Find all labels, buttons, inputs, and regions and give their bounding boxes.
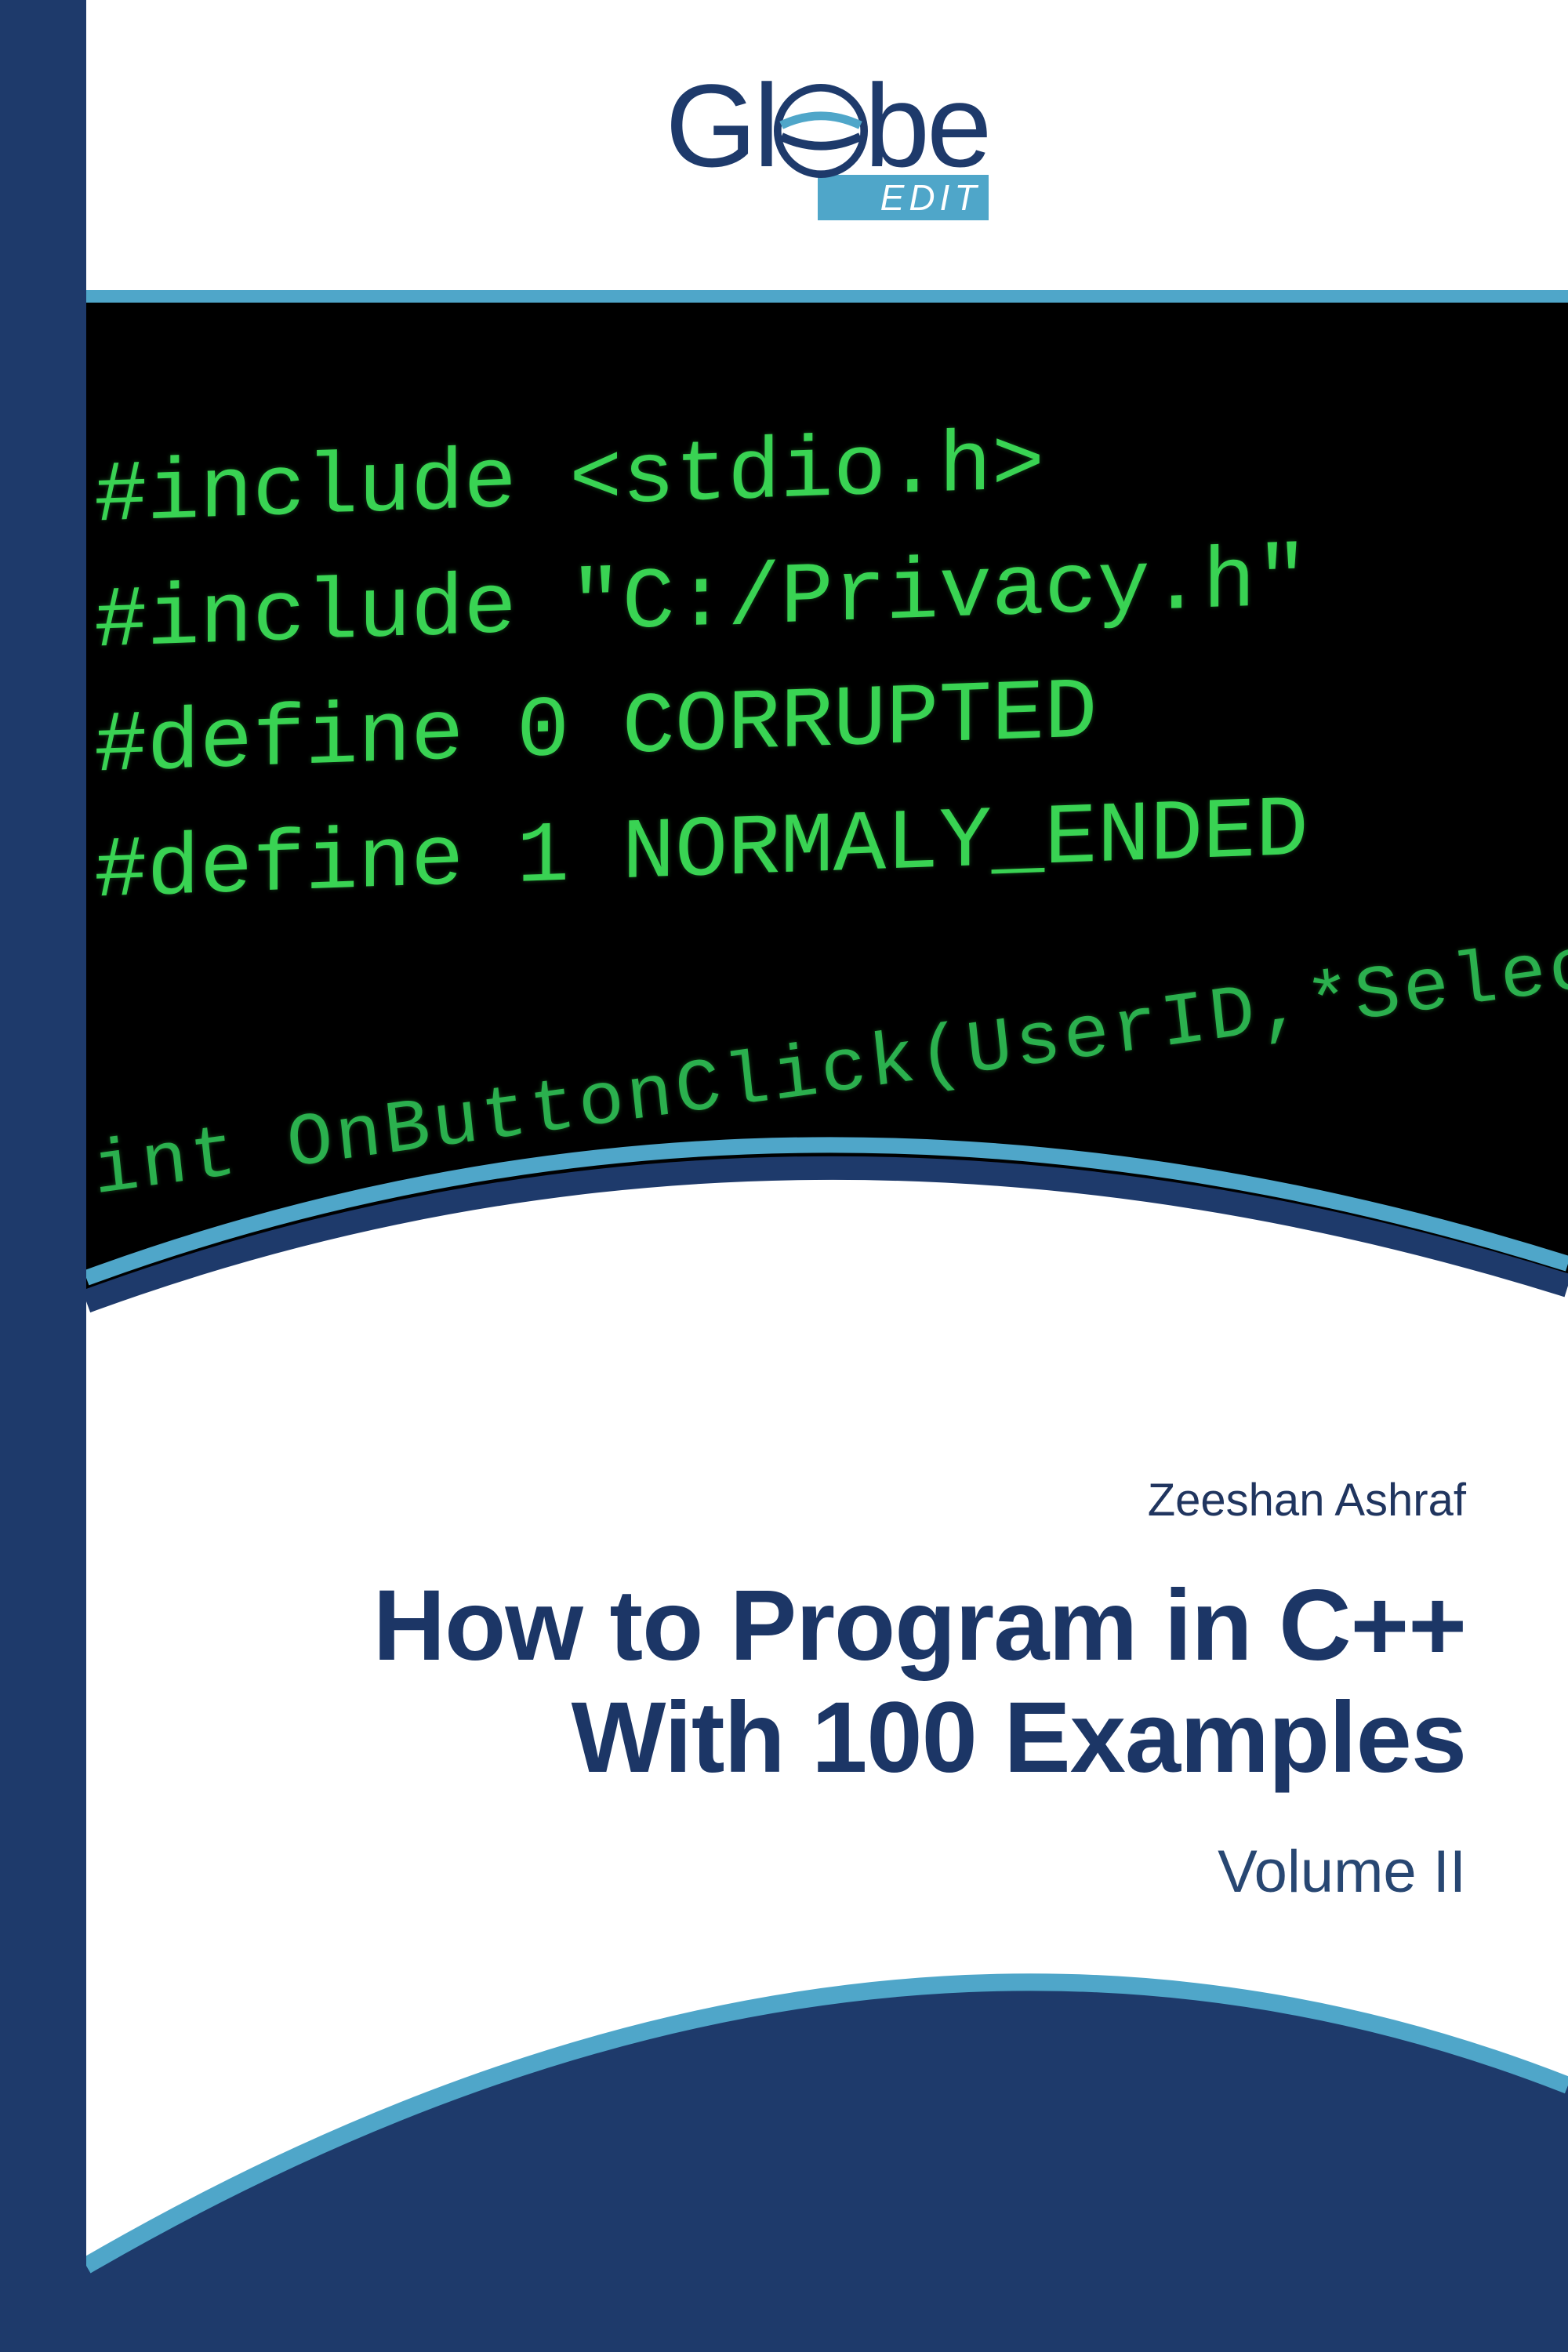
code-illustration: #include <stdio.h> #include "C:/Privacy.… [86, 303, 1568, 1290]
title-block: Zeeshan Ashraf How to Program in C++ Wit… [290, 1474, 1466, 1906]
code-line-2: #include "C:/Privacy.h" [94, 532, 1308, 672]
title-line-1: How to Program in C++ [290, 1570, 1466, 1682]
book-cover: Gl be EDIT #include <stdio.h> #include "… [0, 0, 1568, 2352]
bottom-swoosh [86, 1842, 1568, 2352]
left-spine [0, 0, 86, 2352]
code-line-1: #include <stdio.h> [94, 416, 1044, 546]
code-line-4: #define 1 NORMALY_ENDED [94, 782, 1308, 922]
logo-text-left: Gl [666, 67, 777, 184]
logo-text-right: be [865, 67, 989, 184]
title-line-2: With 100 Examples [290, 1682, 1466, 1794]
code-line-3: #define 0 CORRUPTED [94, 664, 1097, 797]
globe-icon [774, 78, 868, 172]
code-line-5: int OnButtonClick(UserID,*Select [88, 906, 1568, 1228]
book-title: How to Program in C++ With 100 Examples [290, 1570, 1466, 1795]
publisher-logo: Gl be EDIT [666, 67, 989, 220]
top-accent-bar [86, 290, 1568, 303]
book-subtitle: Volume II [290, 1838, 1466, 1906]
publisher-subbrand: EDIT [818, 175, 989, 220]
author-name: Zeeshan Ashraf [290, 1474, 1466, 1526]
publisher-name: Gl be [666, 67, 989, 184]
publisher-logo-area: Gl be EDIT [86, 67, 1568, 270]
code-text: #include <stdio.h> #include "C:/Privacy.… [86, 303, 1568, 1186]
